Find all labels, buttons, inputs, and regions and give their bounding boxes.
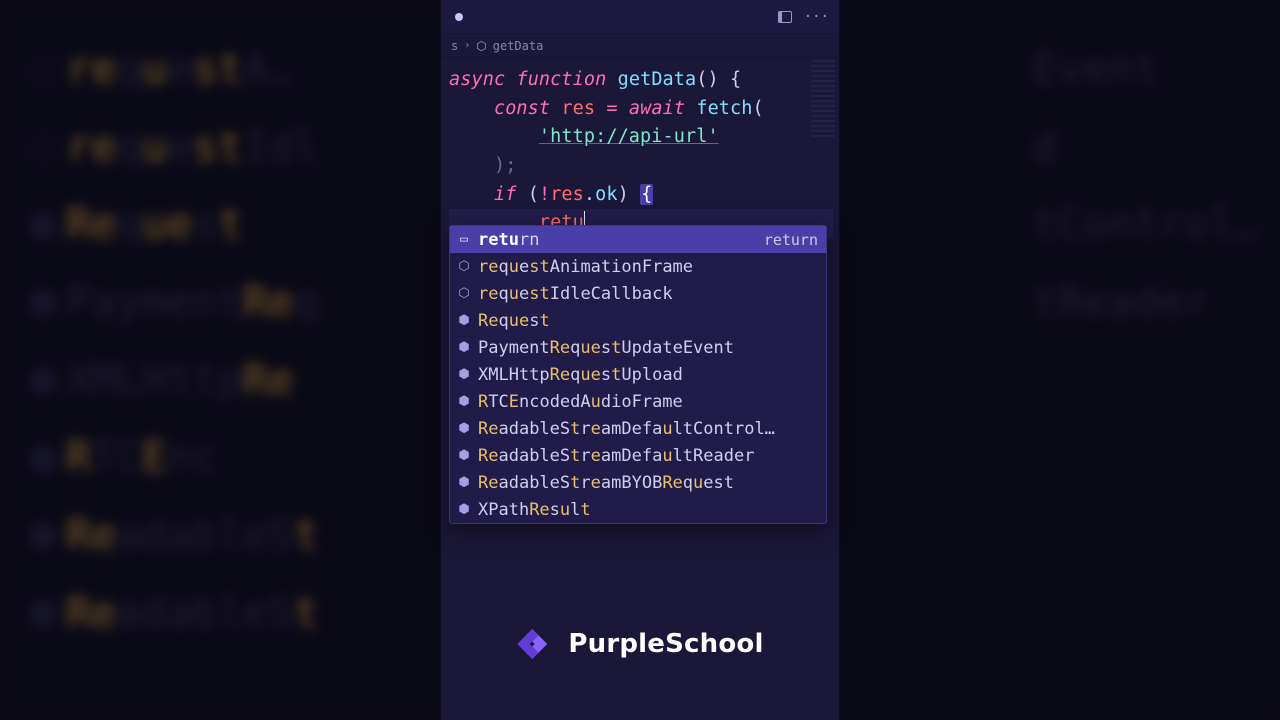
- autocomplete-label: XMLHttpRequestUpload: [478, 365, 818, 385]
- code-area[interactable]: async function getData() { const res = a…: [441, 58, 839, 238]
- autocomplete-item[interactable]: ⬢ PaymentRequestUpdateEvent: [450, 334, 826, 361]
- token-string: 'http://api-url': [539, 126, 719, 147]
- autocomplete-item[interactable]: ⬢ RTCEncodedAudioFrame: [450, 388, 826, 415]
- class-icon: ⬢: [456, 475, 472, 490]
- autocomplete-item[interactable]: ⬢ ReadableStreamDefaultControl…: [450, 415, 826, 442]
- autocomplete-item[interactable]: ⬢ ReadableStreamBYOBRequest: [450, 469, 826, 496]
- autocomplete-hint: return: [764, 231, 818, 249]
- autocomplete-label: RTCEncodedAudioFrame: [478, 392, 818, 412]
- token-keyword: await: [629, 98, 685, 119]
- token-keyword: const: [494, 98, 550, 119]
- function-icon: ⬡: [456, 259, 472, 274]
- brand-logo: PurpleSchool: [440, 624, 840, 664]
- autocomplete-popup[interactable]: ▭ return return ⬡ requestAnimationFrame ⬡ requ…: [449, 225, 827, 524]
- class-icon: ⬢: [456, 340, 472, 355]
- tab-modified-dot-icon: [455, 13, 463, 21]
- symbol-method-icon: ⬡: [476, 39, 486, 53]
- autocomplete-label: ReadableStreamDefaultControl…: [478, 419, 818, 439]
- autocomplete-label: XPathResult: [478, 500, 818, 520]
- autocomplete-label: requestAnimationFrame: [478, 257, 818, 277]
- autocomplete-label: Request: [478, 311, 818, 331]
- class-icon: ⬢: [456, 448, 472, 463]
- function-icon: ⬡: [456, 286, 472, 301]
- autocomplete-item[interactable]: ⬢ XMLHttpRequestUpload: [450, 361, 826, 388]
- autocomplete-label: return: [478, 230, 758, 250]
- keyword-icon: ▭: [456, 232, 472, 247]
- autocomplete-item[interactable]: ⬡ requestAnimationFrame: [450, 253, 826, 280]
- autocomplete-label: PaymentRequestUpdateEvent: [478, 338, 818, 358]
- chevron-right-icon: ›: [464, 40, 470, 51]
- token-keyword: function: [516, 69, 606, 90]
- breadcrumb-symbol: getData: [493, 39, 544, 53]
- autocomplete-item[interactable]: ⬡ requestIdleCallback: [450, 280, 826, 307]
- class-icon: ⬢: [456, 502, 472, 517]
- breadcrumb[interactable]: s › ⬡ getData: [441, 34, 839, 58]
- token-variable: res: [561, 98, 595, 119]
- brace-match: {: [640, 184, 653, 205]
- token-function: getData: [618, 69, 697, 90]
- autocomplete-label: requestIdleCallback: [478, 284, 818, 304]
- more-icon[interactable]: ···: [804, 9, 829, 25]
- autocomplete-item[interactable]: ⬢ Request: [450, 307, 826, 334]
- breadcrumb-suffix: s: [451, 39, 458, 53]
- class-icon: ⬢: [456, 367, 472, 382]
- class-icon: ⬢: [456, 394, 472, 409]
- token-keyword: if: [494, 184, 516, 205]
- class-icon: ⬢: [456, 421, 472, 436]
- split-editor-icon[interactable]: [778, 11, 792, 23]
- token-keyword: async: [449, 69, 505, 90]
- autocomplete-label: ReadableStreamBYOBRequest: [478, 473, 818, 493]
- class-icon: ⬢: [456, 313, 472, 328]
- autocomplete-item[interactable]: ⬢ XPathResult: [450, 496, 826, 523]
- autocomplete-item[interactable]: ▭ return return: [450, 226, 826, 253]
- brand-mark-icon: [516, 624, 556, 664]
- token-function: fetch: [696, 98, 752, 119]
- autocomplete-item[interactable]: ⬢ ReadableStreamDefaultReader: [450, 442, 826, 469]
- brand-name: PurpleSchool: [568, 629, 763, 659]
- autocomplete-label: ReadableStreamDefaultReader: [478, 446, 818, 466]
- editor-tabbar: ···: [441, 0, 839, 34]
